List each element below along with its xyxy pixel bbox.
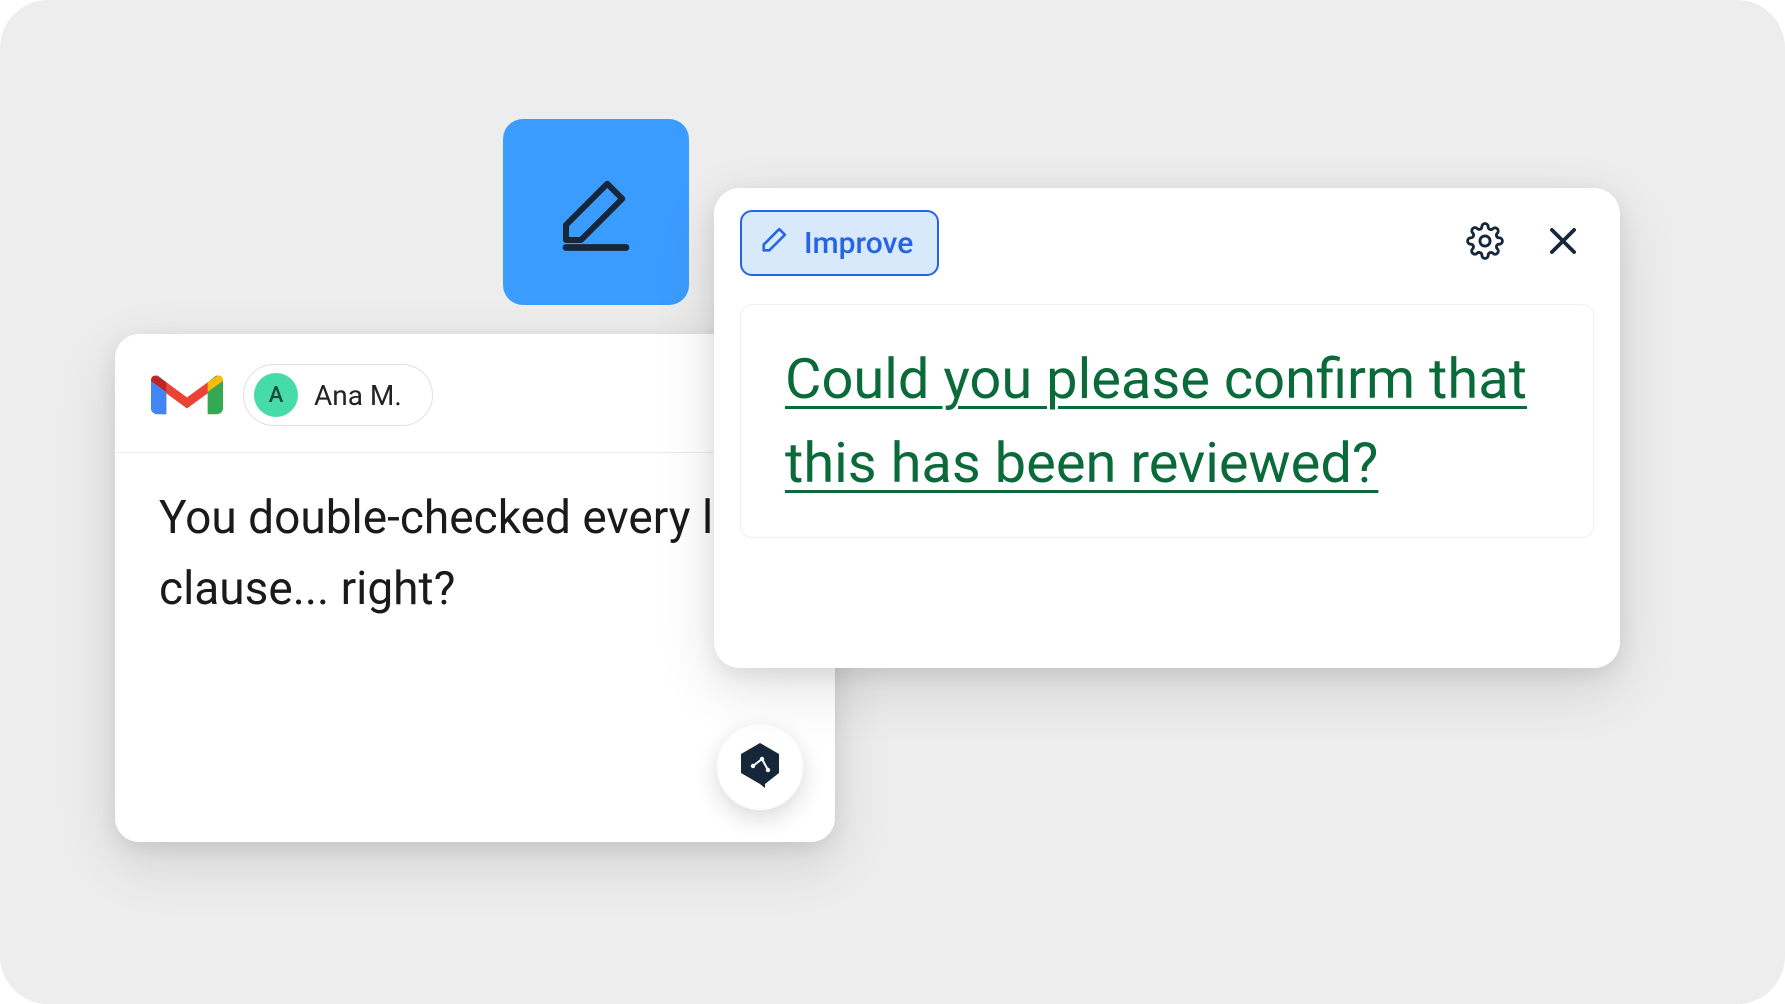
canvas-surface: A Ana M. You double-checked every last c…	[0, 0, 1785, 1004]
suggestion-card: Improve	[714, 188, 1620, 668]
assistant-fab[interactable]	[717, 724, 803, 810]
assistant-hexagon-icon	[735, 740, 785, 794]
gear-icon	[1466, 245, 1504, 264]
edit-tile[interactable]	[503, 119, 689, 305]
close-icon	[1544, 245, 1582, 264]
suggestion-header: Improve	[740, 210, 1594, 276]
pencil-edit-icon	[551, 165, 641, 259]
pencil-icon	[758, 222, 792, 264]
sender-chip[interactable]: A Ana M.	[243, 364, 433, 426]
avatar-initial: A	[269, 383, 284, 408]
email-body-text: You double-checked every last clause... …	[159, 491, 777, 616]
improve-chip-label: Improve	[804, 226, 913, 261]
gmail-icon	[151, 367, 223, 423]
suggestion-text: Could you please confirm that this has b…	[785, 346, 1527, 496]
sender-name: Ana M.	[314, 379, 402, 412]
avatar: A	[254, 373, 298, 417]
close-button[interactable]	[1544, 222, 1582, 264]
improve-chip[interactable]: Improve	[740, 210, 939, 276]
suggestion-actions	[1466, 222, 1582, 264]
suggestion-body[interactable]: Could you please confirm that this has b…	[740, 304, 1594, 538]
settings-button[interactable]	[1466, 222, 1504, 264]
